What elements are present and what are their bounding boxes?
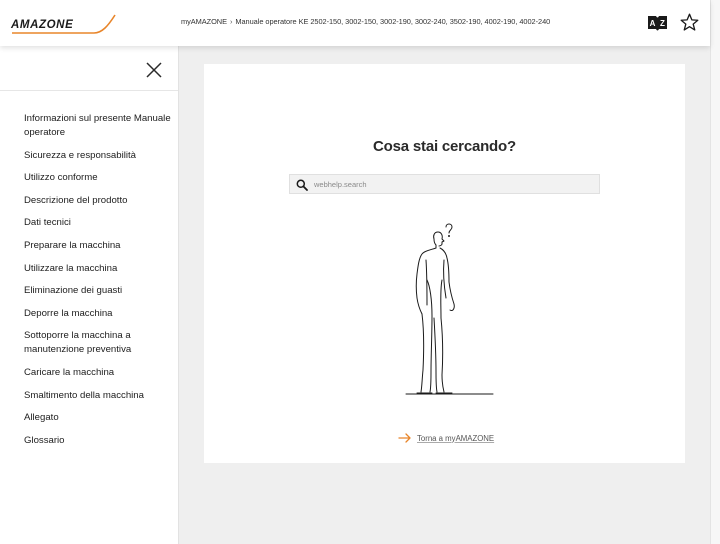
sidebar-divider [0, 90, 178, 91]
sidebar-item-smaltimento[interactable]: Smaltimento della macchina [24, 389, 172, 403]
back-link-label: Torna a myAMAZONE [417, 433, 495, 443]
sidebar-item-dati-tecnici[interactable]: Dati tecnici [24, 216, 172, 230]
sidebar: Informazioni sul presente Manuale operat… [0, 46, 179, 544]
amazone-logo[interactable]: AMAZONE [10, 12, 118, 38]
person-illustration [405, 223, 494, 395]
breadcrumb-separator: › [229, 17, 233, 26]
sidebar-item-manutenzione[interactable]: Sottoporre la macchina a manutenzione pr… [24, 329, 172, 357]
sidebar-nav: Informazioni sul presente Manuale operat… [24, 112, 172, 456]
top-header: AMAZONE myAMAZONE › Manuale operatore KE 2… [0, 0, 710, 46]
sidebar-item-deporre-macchina[interactable]: Deporre la macchina [24, 307, 172, 321]
close-sidebar-button[interactable] [145, 61, 163, 79]
search-icon [296, 179, 308, 191]
svg-text:Z: Z [660, 19, 665, 28]
close-icon [146, 62, 162, 78]
favorite-star-icon[interactable] [679, 12, 700, 33]
sidebar-item-utilizzare-macchina[interactable]: Utilizzare la macchina [24, 262, 172, 276]
sidebar-item-preparare-macchina[interactable]: Preparare la macchina [24, 239, 172, 253]
search-input[interactable] [314, 176, 594, 192]
svg-text:A: A [650, 19, 656, 28]
breadcrumb-current: Manuale operatore KE 2502-150, 3002-150,… [235, 17, 551, 26]
arrow-right-icon [398, 433, 411, 443]
logo-text: AMAZONE [10, 19, 73, 31]
page-title: Cosa stai cercando? [373, 138, 516, 155]
sidebar-item-utilizzo-conforme[interactable]: Utilizzo conforme [24, 171, 172, 185]
search-card: Cosa stai cercando? webhelp.search Torna… [204, 64, 685, 463]
glossary-az-icon[interactable]: A Z [647, 14, 668, 32]
sidebar-item-caricare-macchina[interactable]: Caricare la macchina [24, 366, 172, 380]
back-to-myamazone-link[interactable]: Torna a myAMAZONE [398, 432, 494, 444]
sidebar-item-allegato[interactable]: Allegato [24, 411, 172, 425]
sidebar-item-sicurezza[interactable]: Sicurezza e responsabilità [24, 149, 172, 163]
breadcrumb: myAMAZONE › Manuale operatore KE 2502-150,… [181, 17, 550, 26]
sidebar-item-informazioni[interactable]: Informazioni sul presente Manuale operat… [24, 112, 172, 140]
sidebar-item-descrizione-prodotto[interactable]: Descrizione del prodotto [24, 194, 172, 208]
sidebar-item-glossario[interactable]: Glossario [24, 434, 172, 448]
page-scrollbar[interactable] [710, 0, 720, 544]
breadcrumb-home-link[interactable]: myAMAZONE [181, 17, 227, 26]
search-box[interactable] [289, 174, 600, 194]
sidebar-item-eliminazione-guasti[interactable]: Eliminazione dei guasti [24, 284, 172, 298]
